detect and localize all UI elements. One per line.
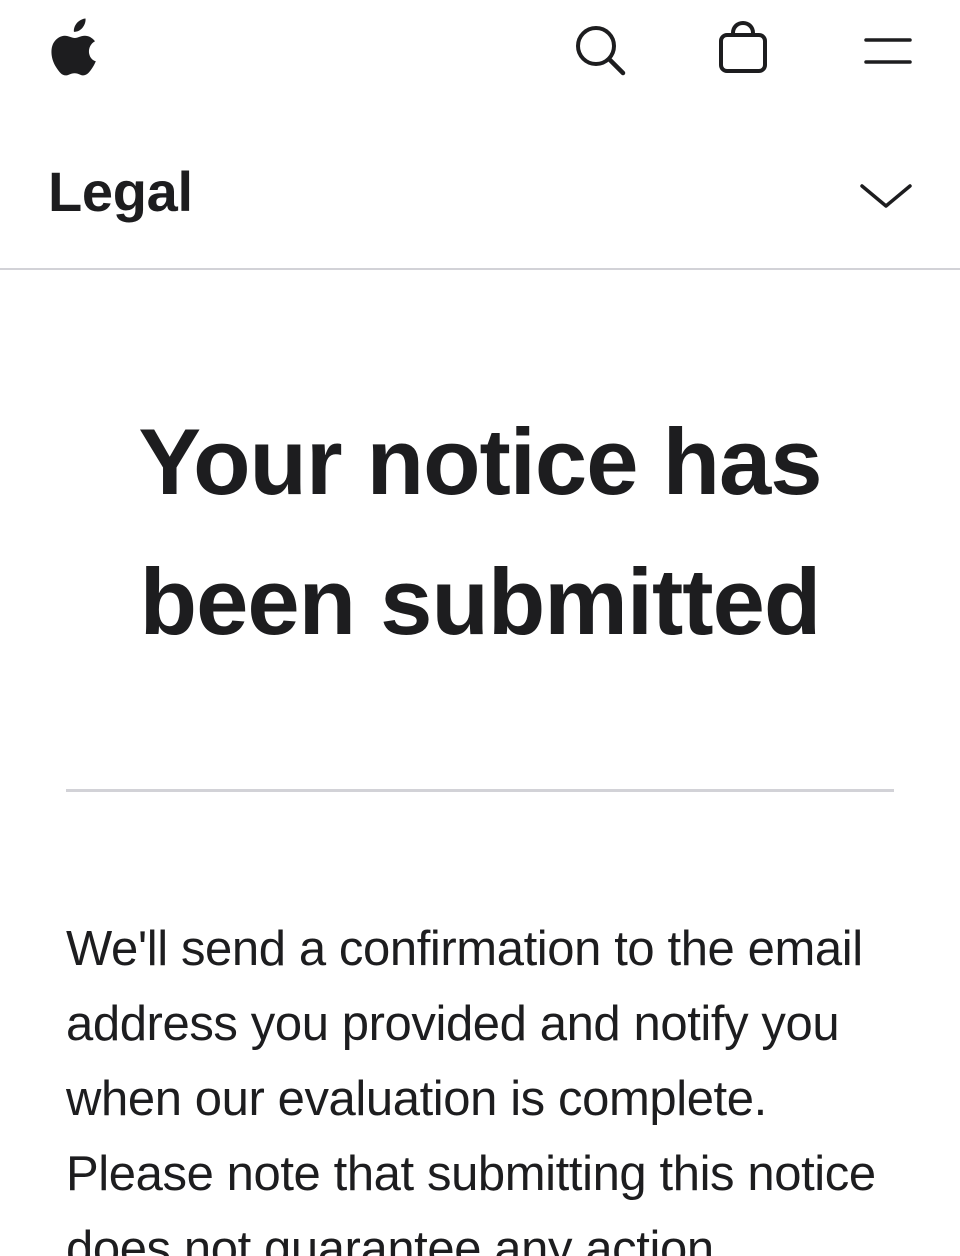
localnav-title[interactable]: Legal xyxy=(48,164,193,220)
apple-logo-icon[interactable] xyxy=(48,18,100,76)
menu-icon[interactable] xyxy=(858,30,918,70)
chevron-down-icon[interactable] xyxy=(856,176,916,216)
confirmation-message: We'll send a confirmation to the email a… xyxy=(66,922,876,1256)
section-divider xyxy=(66,789,894,792)
local-nav: Legal xyxy=(0,128,960,270)
global-nav xyxy=(0,0,960,100)
page-title: Your notice has been submitted xyxy=(138,409,822,654)
page: Legal Your notice has been submitted We'… xyxy=(0,0,960,1256)
shopping-bag-icon[interactable] xyxy=(714,18,772,78)
search-icon[interactable] xyxy=(570,22,630,80)
